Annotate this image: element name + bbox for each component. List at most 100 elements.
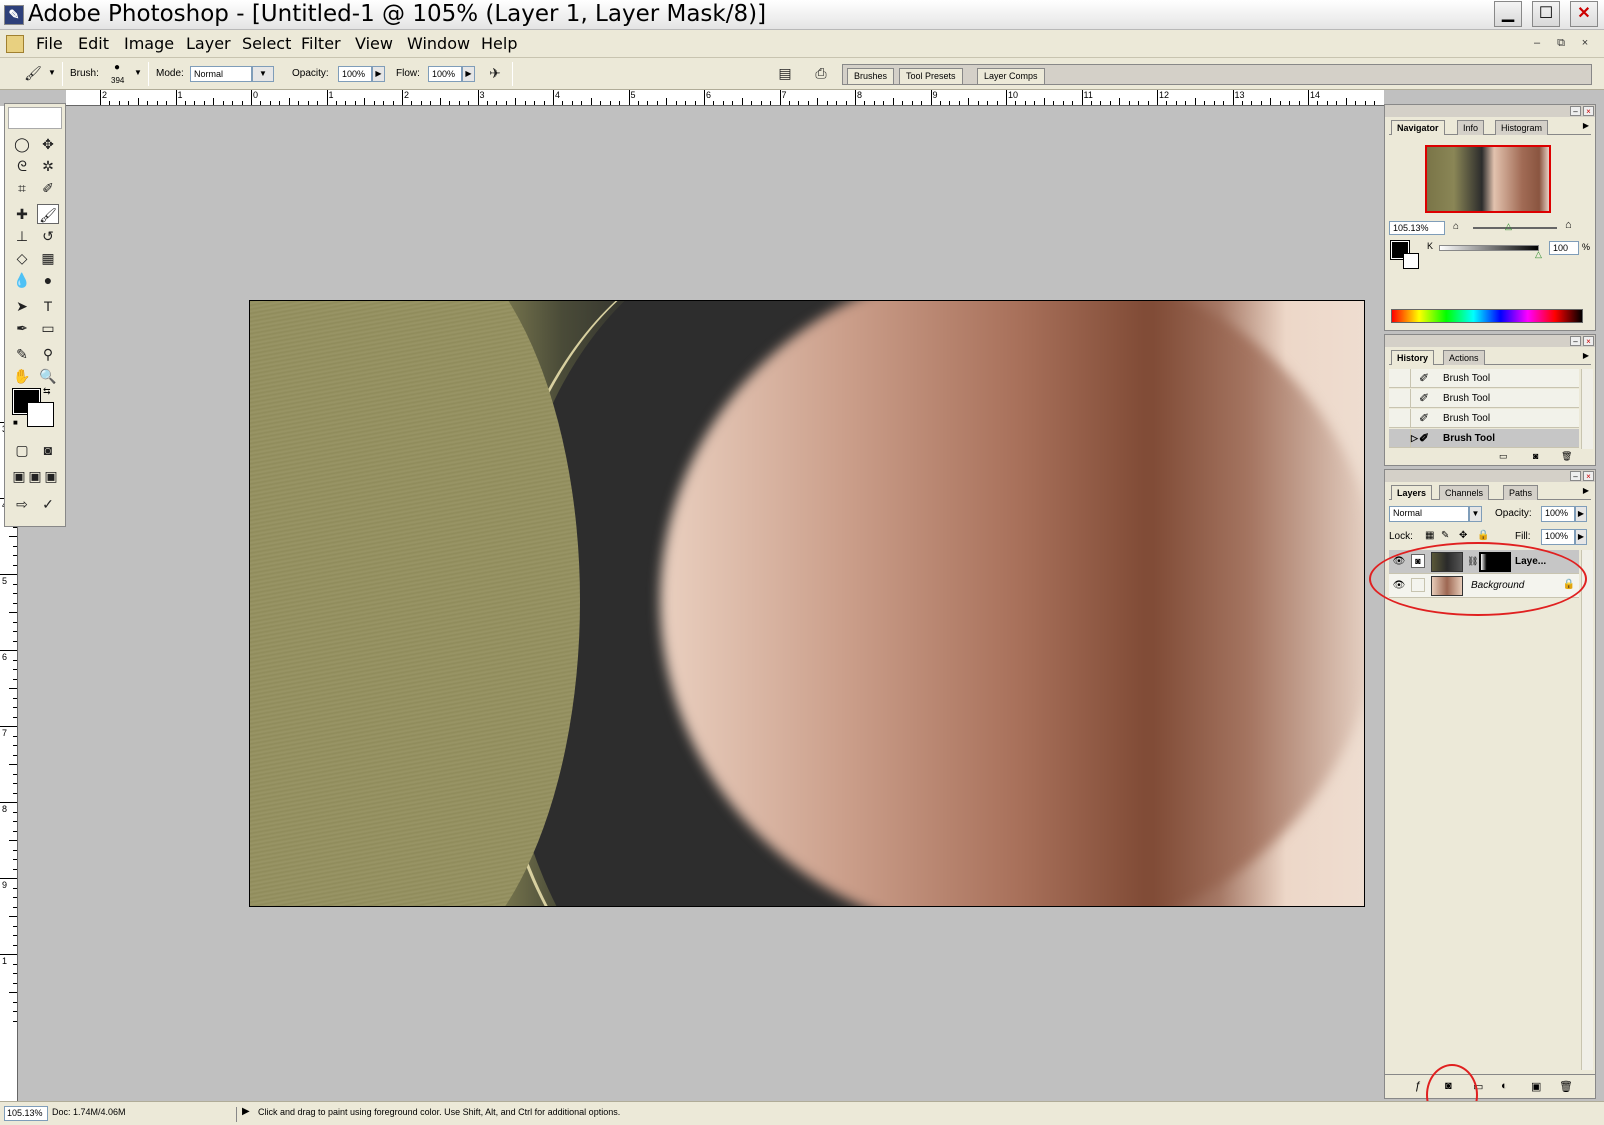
history-snapshot-box[interactable] <box>1389 369 1411 388</box>
status-menu-arrow-icon[interactable]: ▶ <box>242 1106 250 1117</box>
jump-to-imageready-icon[interactable]: ⇨ <box>11 494 33 514</box>
history-item-current[interactable]: ▷ ✐ Brush Tool <box>1389 429 1579 448</box>
photoshop-app-icon[interactable]: ✎ <box>4 5 24 25</box>
healing-brush-icon[interactable]: ✚ <box>11 204 33 224</box>
lock-transparency-icon[interactable]: ▦ <box>1425 530 1434 541</box>
zoom-out-icon[interactable]: ⌂ <box>1453 221 1459 232</box>
history-item[interactable]: ✐ Brush Tool <box>1389 409 1579 428</box>
blur-tool-icon[interactable]: 💧 <box>11 270 33 290</box>
type-tool-icon[interactable]: T <box>37 296 59 316</box>
color-bg-swatch[interactable] <box>1403 253 1419 269</box>
flow-field[interactable]: 100% <box>428 66 462 82</box>
standard-mode-icon[interactable]: ▢ <box>11 440 33 460</box>
image-canvas[interactable] <box>249 300 1365 907</box>
pen-tool-icon[interactable]: ✒ <box>11 318 33 338</box>
doc-close-button[interactable]: × <box>1578 36 1592 50</box>
zoom-in-icon[interactable]: ⌂ <box>1565 219 1572 231</box>
layer-opacity-field[interactable]: 100% <box>1541 506 1575 522</box>
doc-size-info[interactable]: Doc: 1.74M/4.06M <box>52 1107 237 1122</box>
new-layer-icon[interactable]: ▣ <box>1531 1080 1541 1093</box>
menu-view[interactable]: View <box>355 34 393 53</box>
lock-image-icon[interactable]: ✎ <box>1441 530 1449 541</box>
zoom-slider-thumb-icon[interactable]: △ <box>1505 221 1512 232</box>
panel-minimize-button[interactable]: – <box>1570 106 1581 116</box>
flow-slider-icon[interactable]: ▶ <box>462 66 475 82</box>
well-tab-tool-presets[interactable]: Tool Presets <box>899 68 963 84</box>
background-color-swatch[interactable] <box>27 402 54 427</box>
panel-close-button[interactable]: × <box>1583 106 1594 116</box>
brush-tool-icon[interactable]: 🖌 <box>37 204 59 224</box>
doc-restore-button[interactable]: ⧉ <box>1554 36 1568 50</box>
menu-select[interactable]: Select <box>242 34 291 53</box>
eraser-tool-icon[interactable]: ◇ <box>11 248 33 268</box>
marquee-tool-icon[interactable]: ◯ <box>11 134 33 154</box>
screen-mode-standard-icon[interactable]: ▣ <box>11 466 27 486</box>
layers-scrollbar[interactable] <box>1581 550 1593 1070</box>
layer-opacity-slider-icon[interactable]: ▶ <box>1575 506 1587 522</box>
tab-paths[interactable]: Paths <box>1503 485 1539 500</box>
well-tab-brushes[interactable]: Brushes <box>847 68 895 84</box>
maximize-button[interactable]: ☐ <box>1532 1 1560 27</box>
notes-tool-icon[interactable]: ✎ <box>11 344 33 364</box>
new-snapshot-icon[interactable]: ◙ <box>1533 451 1538 461</box>
menu-filter[interactable]: Filter <box>301 34 341 53</box>
magic-wand-icon[interactable]: ✲ <box>37 156 59 176</box>
history-item[interactable]: ✐ Brush Tool <box>1389 369 1579 388</box>
delete-state-icon[interactable]: 🗑 <box>1561 451 1572 462</box>
panel-menu-icon[interactable]: ▶ <box>1583 121 1589 130</box>
brush-tip-icon[interactable]: ● <box>114 62 120 73</box>
mode-dropdown-icon[interactable]: ▼ <box>252 66 274 82</box>
slice-tool-icon[interactable]: ✐ <box>37 178 59 198</box>
panel-close-button[interactable]: × <box>1583 471 1594 481</box>
rectangle-tool-icon[interactable]: ▭ <box>37 318 59 338</box>
tab-history[interactable]: History <box>1391 350 1435 365</box>
screen-mode-full-icon[interactable]: ▣ <box>43 466 59 486</box>
close-button[interactable]: ✕ <box>1570 1 1598 27</box>
blend-mode-select[interactable]: Normal <box>1389 506 1469 522</box>
menu-file[interactable]: File <box>36 34 63 53</box>
navigator-thumbnail[interactable] <box>1425 145 1551 213</box>
k-slider[interactable] <box>1439 245 1539 251</box>
preset-dropdown-arrow-icon[interactable]: ▼ <box>48 68 56 77</box>
history-brush-icon[interactable]: ↺ <box>37 226 59 246</box>
file-browser-icon[interactable]: ▤ <box>774 63 796 83</box>
clone-stamp-icon[interactable]: ⊥ <box>11 226 33 246</box>
move-tool-icon[interactable]: ✥ <box>37 134 59 154</box>
quick-mask-icon[interactable]: ◙ <box>37 440 59 460</box>
history-snapshot-box[interactable] <box>1389 409 1411 428</box>
mode-select[interactable]: Normal <box>190 66 252 82</box>
history-snapshot-box[interactable] <box>1389 429 1411 448</box>
k-value-field[interactable]: 100 <box>1549 241 1579 255</box>
panel-menu-icon[interactable]: ▶ <box>1583 351 1589 360</box>
fill-field[interactable]: 100% <box>1541 529 1575 545</box>
lock-position-icon[interactable]: ✥ <box>1459 530 1467 541</box>
blend-mode-dropdown-icon[interactable]: ▼ <box>1469 506 1482 522</box>
feather-logo-icon[interactable] <box>8 107 62 129</box>
crop-tool-icon[interactable]: ⌗ <box>11 178 33 198</box>
navigator-zoom-field[interactable]: 105.13% <box>1389 221 1445 235</box>
tab-histogram[interactable]: Histogram <box>1495 120 1549 135</box>
menu-image[interactable]: Image <box>124 34 174 53</box>
document-icon[interactable] <box>6 35 24 53</box>
panel-minimize-button[interactable]: – <box>1570 471 1581 481</box>
tab-channels[interactable]: Channels <box>1439 485 1490 500</box>
lasso-tool-icon[interactable]: ᘓ <box>11 156 33 176</box>
well-tab-layer-comps[interactable]: Layer Comps <box>977 68 1045 84</box>
color-ramp[interactable] <box>1391 309 1583 323</box>
swap-colors-icon[interactable]: ⇆ <box>43 386 51 397</box>
default-colors-icon[interactable]: ■ <box>13 418 18 427</box>
history-snapshot-box[interactable] <box>1389 389 1411 408</box>
zoom-tool-icon[interactable]: 🔍 <box>37 366 59 386</box>
opacity-slider-icon[interactable]: ▶ <box>372 66 385 82</box>
brush-preset-icon[interactable]: 🖌 <box>22 63 44 83</box>
status-zoom-field[interactable]: 105.13% <box>4 1106 48 1121</box>
gradient-tool-icon[interactable]: ▦ <box>37 248 59 268</box>
path-selection-icon[interactable]: ➤ <box>11 296 33 316</box>
tab-actions[interactable]: Actions <box>1443 350 1485 365</box>
fill-slider-icon[interactable]: ▶ <box>1575 529 1587 545</box>
panel-menu-icon[interactable]: ▶ <box>1583 486 1589 495</box>
brush-dropdown-arrow-icon[interactable]: ▼ <box>134 68 142 77</box>
tab-navigator[interactable]: Navigator <box>1391 120 1445 135</box>
opacity-field[interactable]: 100% <box>338 66 372 82</box>
menu-edit[interactable]: Edit <box>78 34 109 53</box>
